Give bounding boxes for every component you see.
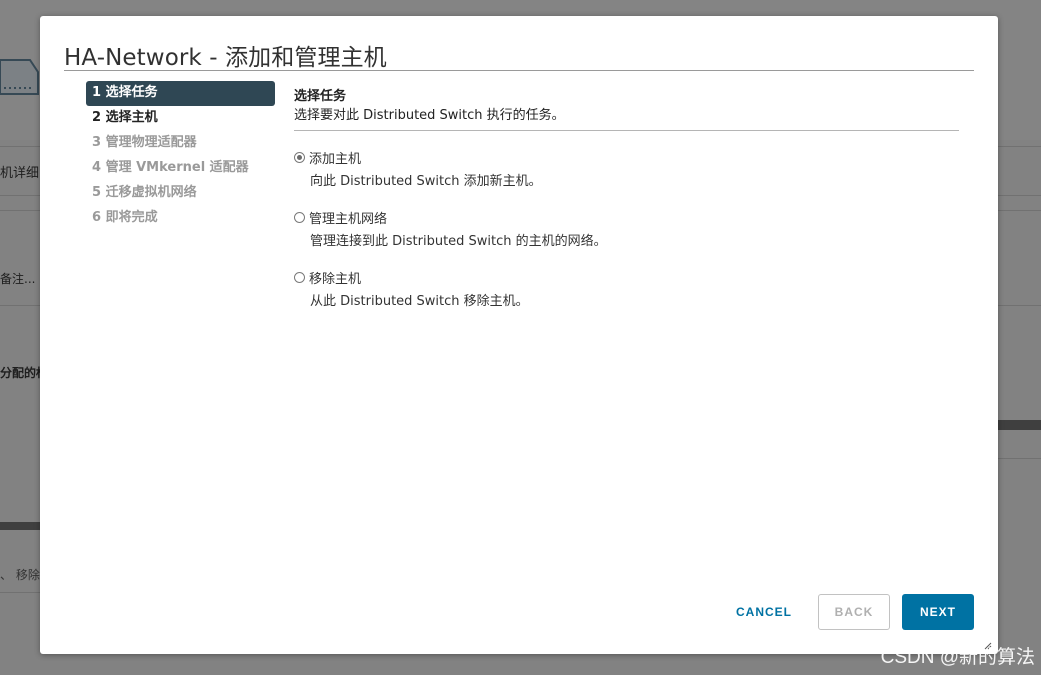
section-title: 选择任务	[294, 89, 347, 104]
dialog-title: HA-Network - 添加和管理主机	[64, 45, 387, 71]
add-manage-hosts-dialog: HA-Network - 添加和管理主机 1 选择任务 2 选择主机 3 管理物…	[40, 16, 998, 654]
radio-remove-hosts[interactable]	[294, 271, 305, 283]
back-button[interactable]: BACK	[818, 594, 890, 630]
step-manage-physical-adapters: 3 管理物理适配器	[92, 135, 197, 150]
section-divider	[294, 130, 959, 131]
next-button[interactable]: NEXT	[902, 594, 974, 630]
step-select-task[interactable]: 1 选择任务	[86, 81, 275, 106]
cancel-button[interactable]: CANCEL	[724, 594, 804, 630]
wizard-steps: 1 选择任务 2 选择主机 3 管理物理适配器 4 管理 VMkernel 适配…	[86, 81, 275, 231]
radio-add-hosts[interactable]	[294, 151, 305, 163]
option-description: 从此 Distributed Switch 移除主机。	[310, 294, 529, 309]
option-label[interactable]: 移除主机	[309, 268, 361, 287]
step-manage-vmkernel-adapters: 4 管理 VMkernel 适配器	[92, 160, 249, 175]
option-description: 管理连接到此 Distributed Switch 的主机的网络。	[310, 234, 607, 249]
section-description: 选择要对此 Distributed Switch 执行的任务。	[294, 108, 565, 123]
option-manage-host-networking: 管理主机网络 管理连接到此 Distributed Switch 的主机的网络。	[294, 208, 959, 251]
step-ready-to-complete: 6 即将完成	[92, 210, 158, 225]
title-divider	[64, 70, 974, 71]
option-label[interactable]: 添加主机	[309, 148, 361, 167]
watermark: CSDN @新的算法	[880, 647, 1035, 668]
step-select-hosts[interactable]: 2 选择主机	[86, 106, 275, 131]
option-label[interactable]: 管理主机网络	[309, 208, 387, 227]
radio-manage-host-networking[interactable]	[294, 211, 305, 223]
wizard-content: 选择任务 选择要对此 Distributed Switch 执行的任务。 添加主…	[294, 87, 959, 311]
option-remove-hosts: 移除主机 从此 Distributed Switch 移除主机。	[294, 268, 959, 311]
option-description: 向此 Distributed Switch 添加新主机。	[310, 174, 542, 189]
option-add-hosts: 添加主机 向此 Distributed Switch 添加新主机。	[294, 148, 959, 191]
step-migrate-vm-networking: 5 迁移虚拟机网络	[92, 185, 197, 200]
